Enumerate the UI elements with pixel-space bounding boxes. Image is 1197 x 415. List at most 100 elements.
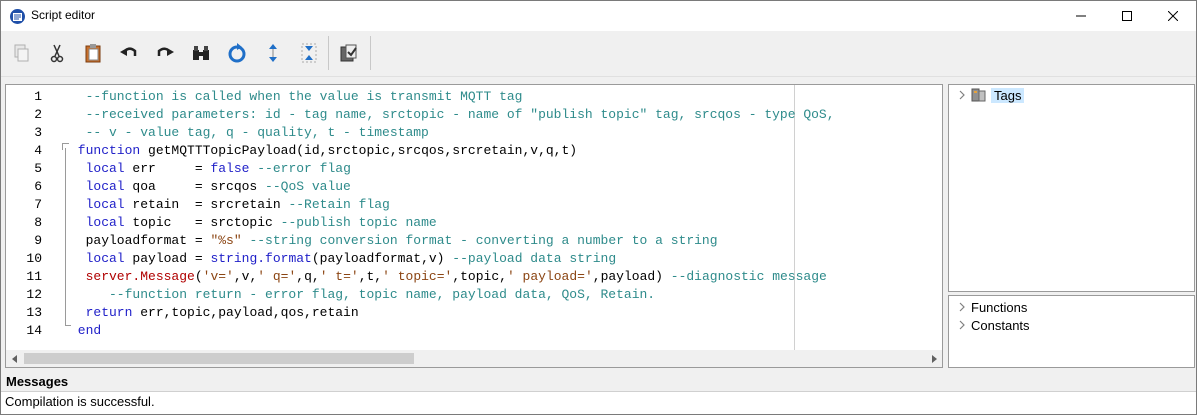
tree-item-label: Tags: [991, 87, 1025, 103]
code-line[interactable]: local topic = srctopic --publish topic n…: [70, 214, 437, 232]
code-token: ,topic,: [452, 269, 507, 284]
code-token: ' topic=': [382, 269, 453, 284]
code-line[interactable]: --function return - error flag, topic na…: [70, 286, 655, 304]
code-line[interactable]: --received parameters: id - tag name, sr…: [70, 106, 835, 124]
code-line[interactable]: -- v - value tag, q - quality, t - times…: [70, 124, 429, 142]
line-number: 12: [26, 287, 42, 302]
code-token: local: [70, 215, 125, 230]
refresh-button[interactable]: [223, 39, 251, 67]
code-token: ' t=': [319, 269, 359, 284]
undo-button[interactable]: [115, 39, 143, 67]
window-title: Script editor: [31, 8, 96, 22]
horizontal-scrollbar[interactable]: [6, 350, 942, 367]
code-token: (payloadformat,v): [311, 251, 453, 266]
redo-button[interactable]: [151, 39, 179, 67]
line-number: 4: [34, 143, 42, 158]
code-line[interactable]: server.Message('v=',v,' q=',q,' t=',t,' …: [70, 268, 827, 286]
messages-area: Compilation is successful.: [1, 391, 1196, 414]
paste-icon: [85, 44, 101, 63]
minimize-button[interactable]: [1058, 1, 1104, 31]
tags-folder-icon: [971, 88, 986, 102]
code-token: ' q=': [257, 269, 297, 284]
compile-button[interactable]: [335, 39, 363, 67]
collapse-icon: [301, 43, 317, 63]
expand-button[interactable]: [259, 39, 287, 67]
tree-item-label: Functions: [971, 299, 1028, 315]
code-token: --received parameters: id - tag name, sr…: [70, 107, 835, 122]
code-token: err =: [124, 161, 211, 176]
code-token: end: [70, 323, 102, 338]
code-token: "%s": [210, 233, 242, 248]
fold-line: [65, 148, 66, 326]
code-token: local: [70, 197, 125, 212]
chevron-right-icon[interactable]: [957, 90, 967, 100]
collapse-button[interactable]: [295, 39, 323, 67]
scroll-right-button[interactable]: [925, 350, 942, 367]
title-bar: Script editor: [1, 1, 1196, 31]
line-number: 11: [26, 269, 42, 284]
redo-icon: [157, 47, 174, 56]
code-line[interactable]: return err,topic,payload,qos,retain: [70, 304, 359, 322]
scroll-left-button[interactable]: [6, 350, 23, 367]
arrow-left-icon: [11, 354, 17, 363]
code-token: err,topic,payload,qos,retain: [132, 305, 359, 320]
compile-icon: [340, 44, 357, 62]
maximize-button[interactable]: [1104, 1, 1150, 31]
tree-item-constants[interactable]: Constants: [957, 316, 1030, 334]
code-token: ,q,: [296, 269, 320, 284]
code-token: payload =: [124, 251, 211, 266]
messages-header: Messages: [6, 374, 69, 389]
chevron-right-icon[interactable]: [957, 320, 967, 330]
code-token: retain = srcretain: [124, 197, 289, 212]
line-number: 14: [26, 323, 42, 338]
paste-button[interactable]: [79, 39, 107, 67]
code-token: getMQTTTopicPayload(id,srctopic,srcqos,s…: [140, 143, 578, 158]
code-line[interactable]: --function is called when the value is t…: [70, 88, 523, 106]
code-token: 'v=': [202, 269, 234, 284]
code-line[interactable]: function getMQTTTopicPayload(id,srctopic…: [70, 142, 577, 160]
app-icon: [10, 9, 25, 24]
cut-button[interactable]: [43, 39, 71, 67]
cut-icon: [50, 44, 64, 63]
code-token: payloadformat =: [70, 233, 211, 248]
tree-item-label: Constants: [971, 317, 1030, 333]
line-number: 13: [26, 305, 42, 320]
tree-item-tags[interactable]: Tags: [957, 86, 1025, 104]
code-token: ' payload=': [506, 269, 593, 284]
tree-item-functions[interactable]: Functions: [957, 298, 1027, 316]
code-token: function: [70, 143, 141, 158]
copy-icon: [14, 44, 29, 62]
maximize-icon: [1122, 11, 1132, 21]
line-number: 2: [34, 107, 42, 122]
refresh-icon: [228, 43, 246, 63]
code-token: ,payload): [592, 269, 671, 284]
code-line[interactable]: local retain = srcretain --Retain flag: [70, 196, 390, 214]
code-token: server.Message: [70, 269, 195, 284]
script-editor-window: Script editor 1 2 3 4 5 6 7 8 9 10 11 12…: [0, 0, 1197, 415]
line-number: 3: [34, 125, 42, 140]
code-line[interactable]: end: [70, 322, 101, 340]
functions-tree-panel: Functions Constants: [948, 295, 1195, 368]
code-line[interactable]: payloadformat = "%s" --string conversion…: [70, 232, 718, 250]
code-editor[interactable]: 1 2 3 4 5 6 7 8 9 10 11 12 13 14 --function is called…: [5, 84, 943, 368]
code-line[interactable]: local qoa = srcqos --QoS value: [70, 178, 351, 196]
toolbar-separator: [370, 36, 371, 70]
minimize-icon: [1076, 15, 1086, 17]
close-button[interactable]: [1150, 1, 1196, 31]
edge-guide-line: [794, 85, 795, 351]
line-number: 10: [26, 251, 42, 266]
scrollbar-thumb[interactable]: [24, 353, 414, 364]
code-line[interactable]: local payload = string.format(payloadfor…: [70, 250, 617, 268]
code-token: --publish topic name: [280, 215, 437, 230]
code-token: --diagnostic message: [670, 269, 827, 284]
chevron-right-icon[interactable]: [957, 302, 967, 312]
code-token: --QoS value: [265, 179, 351, 194]
code-token: --Retain flag: [288, 197, 390, 212]
undo-icon: [120, 47, 137, 56]
code-line[interactable]: local err = false --error flag: [70, 160, 351, 178]
toolbar: [1, 31, 1196, 77]
find-button[interactable]: [187, 39, 215, 67]
copy-button[interactable]: [7, 39, 35, 67]
line-number: 5: [34, 161, 42, 176]
code-token: false: [210, 161, 250, 176]
